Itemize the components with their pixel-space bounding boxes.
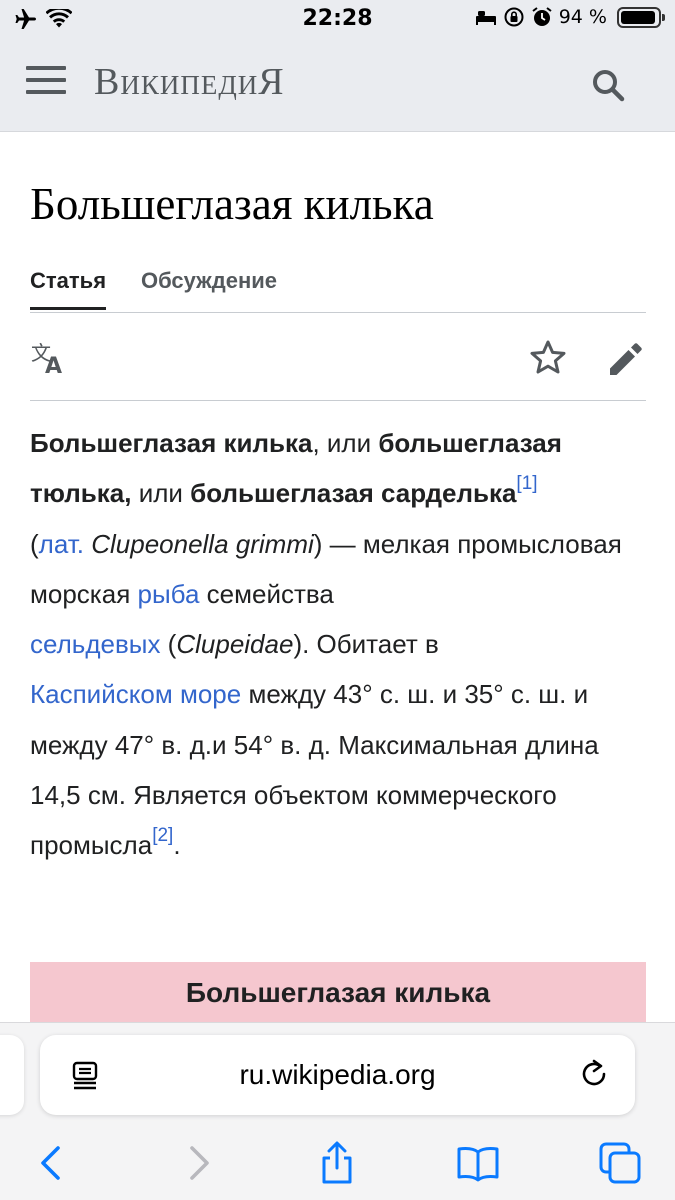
- reference-link[interactable]: [2]: [152, 825, 173, 846]
- bed-icon: [475, 11, 496, 25]
- language-icon[interactable]: 文 A: [30, 338, 70, 378]
- forward-icon[interactable]: [176, 1141, 220, 1185]
- tab-talk[interactable]: Обсуждение: [141, 268, 277, 307]
- menu-button[interactable]: [26, 66, 66, 102]
- browser-toolbar: [0, 1133, 675, 1193]
- status-bar: 22:28 94 %: [0, 0, 675, 38]
- bold-term: большеглазая сарделька: [190, 478, 517, 509]
- battery-icon: [617, 6, 665, 28]
- search-icon[interactable]: [591, 68, 625, 102]
- wiki-header: ВикипедиЯ: [0, 38, 675, 132]
- bold-term: Большеглазая килька: [30, 428, 313, 458]
- hamburger-icon-line: [26, 78, 66, 82]
- family-link[interactable]: сельдевых: [30, 629, 160, 659]
- alarm-icon: [532, 7, 552, 26]
- battery-percent: 94 %: [558, 6, 607, 28]
- tab-article[interactable]: Статья: [30, 268, 107, 310]
- bookmarks-icon[interactable]: [456, 1141, 500, 1185]
- svg-text:A: A: [45, 354, 62, 378]
- previous-tab-preview[interactable]: [0, 1035, 24, 1115]
- latin-language-link[interactable]: лат.: [39, 529, 84, 559]
- page-title: Большеглазая килька: [30, 179, 434, 229]
- address-bar[interactable]: ru.wikipedia.org: [40, 1035, 635, 1115]
- share-icon[interactable]: [315, 1141, 359, 1185]
- fish-link[interactable]: рыба: [138, 579, 200, 609]
- article-lead-paragraph: Большеглазая килька, или большеглазая тю…: [30, 428, 622, 861]
- browser-bottom-bar: ru.wikipedia.org: [0, 1022, 675, 1200]
- page-actions: 文 A: [30, 314, 646, 401]
- reload-icon[interactable]: [577, 1057, 611, 1091]
- status-right: 94 %: [475, 6, 665, 28]
- page-tabs: Статья Обсуждение: [30, 262, 646, 313]
- back-icon[interactable]: [30, 1141, 74, 1185]
- infobox-title: Большеглазая килька: [30, 962, 646, 1022]
- url-text: ru.wikipedia.org: [239, 1059, 436, 1090]
- edit-pencil-icon[interactable]: [606, 338, 646, 378]
- hamburger-icon-line: [26, 90, 66, 94]
- caspian-sea-link[interactable]: Каспийском море: [30, 679, 241, 709]
- wikipedia-wordmark[interactable]: ВикипедиЯ: [94, 60, 285, 104]
- orientation-lock-icon: [504, 7, 524, 27]
- family-latin-name: Clupeidae: [176, 629, 294, 660]
- tabs-overview-icon[interactable]: [598, 1141, 642, 1185]
- reference-link[interactable]: [1]: [516, 473, 537, 494]
- watch-star-icon[interactable]: [528, 338, 568, 378]
- latin-name: Clupeonella grimmi: [91, 528, 314, 559]
- hamburger-icon-line: [26, 66, 66, 70]
